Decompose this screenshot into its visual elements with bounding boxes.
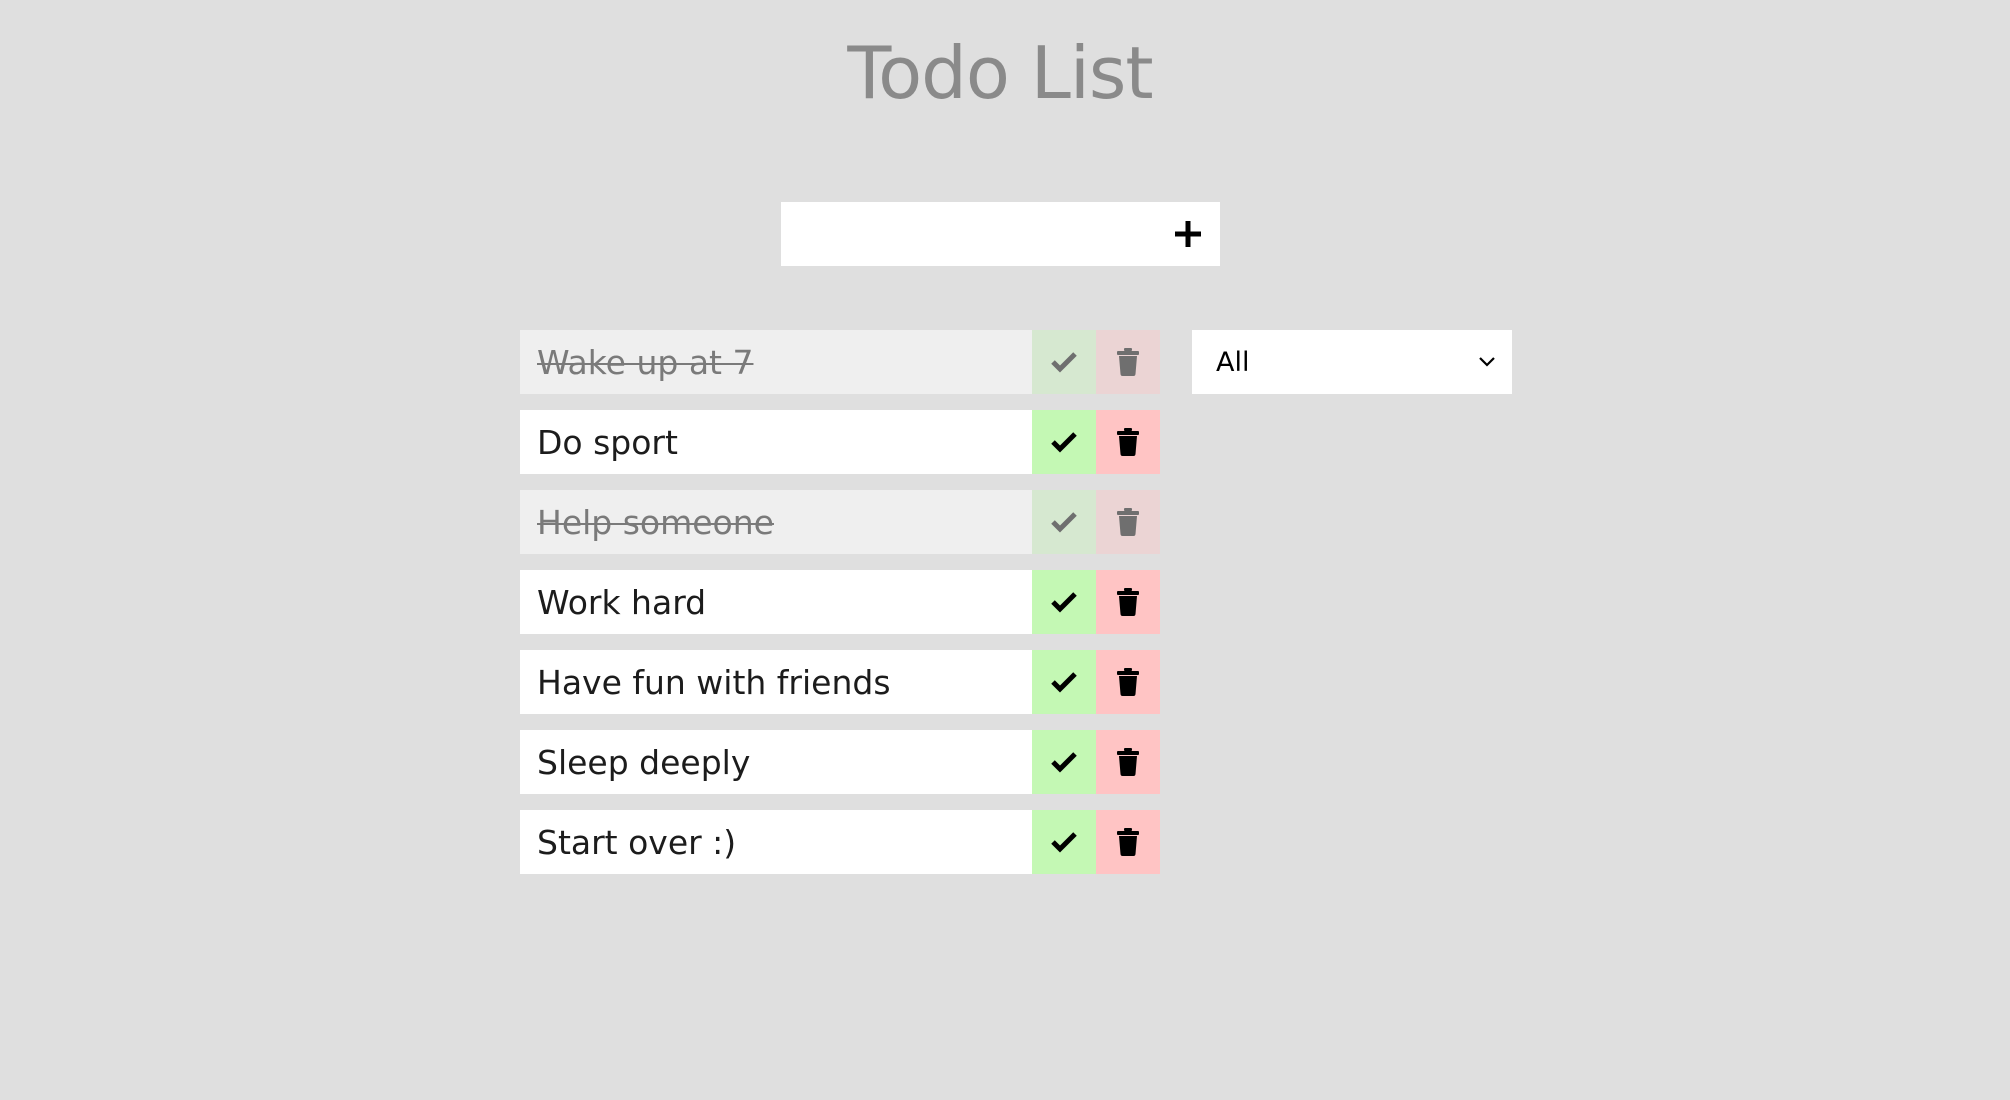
delete-button[interactable] <box>1096 490 1160 554</box>
todo-text: Help someone <box>520 490 1032 554</box>
delete-button[interactable] <box>1096 650 1160 714</box>
plus-icon <box>1175 221 1201 247</box>
complete-button[interactable] <box>1032 570 1096 634</box>
delete-button[interactable] <box>1096 730 1160 794</box>
add-todo-button[interactable] <box>1156 202 1220 266</box>
complete-button[interactable] <box>1032 410 1096 474</box>
complete-button[interactable] <box>1032 330 1096 394</box>
todo-item: Do sport <box>520 410 1161 474</box>
check-icon <box>1051 432 1077 453</box>
check-icon <box>1051 672 1077 693</box>
todo-app: Todo List Wake up at 7 Do sport Help som… <box>0 0 2010 1100</box>
chevron-down-icon <box>1479 357 1495 367</box>
filter-select[interactable]: All <box>1192 330 1512 394</box>
delete-button[interactable] <box>1096 410 1160 474</box>
complete-button[interactable] <box>1032 730 1096 794</box>
todo-text: Sleep deeply <box>520 730 1032 794</box>
page-title: Todo List <box>847 31 1153 115</box>
trash-icon <box>1117 748 1139 776</box>
trash-icon <box>1117 588 1139 616</box>
todo-text: Do sport <box>520 410 1032 474</box>
complete-button[interactable] <box>1032 650 1096 714</box>
todo-item: Sleep deeply <box>520 730 1161 794</box>
todo-text: Start over :) <box>520 810 1032 874</box>
check-icon <box>1051 832 1077 853</box>
todo-text: Wake up at 7 <box>520 330 1032 394</box>
todo-item: Have fun with friends <box>520 650 1161 714</box>
filter-selected-value: All <box>1216 346 1250 378</box>
trash-icon <box>1117 668 1139 696</box>
check-icon <box>1051 592 1077 613</box>
trash-icon <box>1117 508 1139 536</box>
check-icon <box>1051 752 1077 773</box>
delete-button[interactable] <box>1096 570 1160 634</box>
delete-button[interactable] <box>1096 810 1160 874</box>
add-todo-form <box>781 202 1220 266</box>
check-icon <box>1051 512 1077 533</box>
todo-item: Wake up at 7 <box>520 330 1161 394</box>
trash-icon <box>1117 348 1139 376</box>
trash-icon <box>1117 828 1139 856</box>
check-icon <box>1051 352 1077 373</box>
todo-item: Help someone <box>520 490 1161 554</box>
delete-button[interactable] <box>1096 330 1160 394</box>
complete-button[interactable] <box>1032 490 1096 554</box>
todo-text: Work hard <box>520 570 1032 634</box>
todo-text: Have fun with friends <box>520 650 1032 714</box>
todo-item: Work hard <box>520 570 1161 634</box>
todo-list: Wake up at 7 Do sport Help someone Work … <box>520 330 1161 890</box>
todo-item: Start over :) <box>520 810 1161 874</box>
new-todo-input[interactable] <box>781 202 1156 266</box>
trash-icon <box>1117 428 1139 456</box>
complete-button[interactable] <box>1032 810 1096 874</box>
